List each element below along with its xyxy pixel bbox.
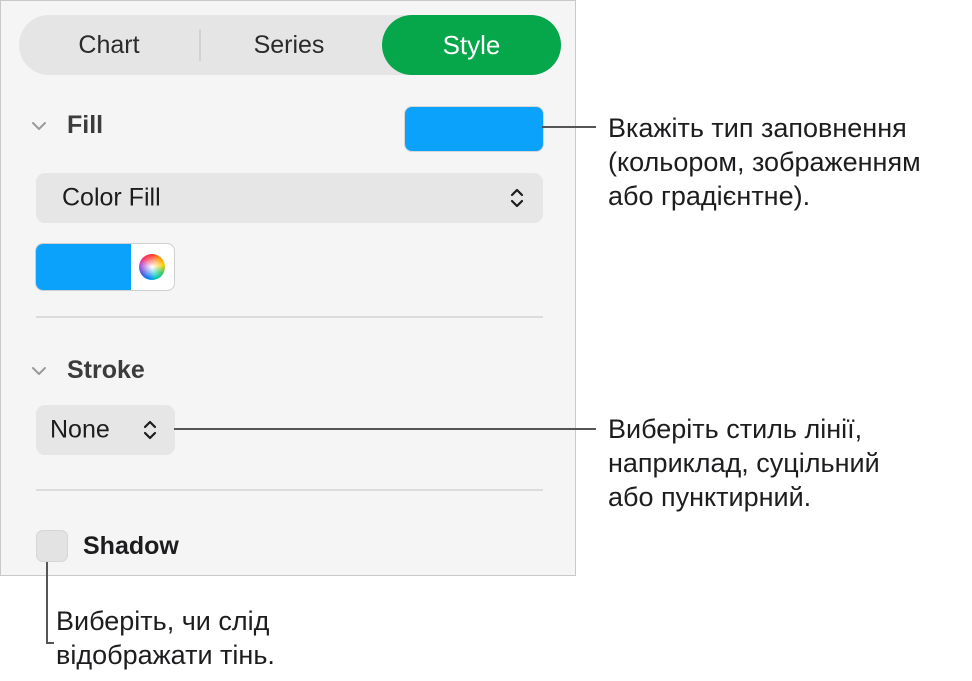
fill-color-swatch[interactable]	[405, 107, 543, 151]
stroke-section-header[interactable]: Stroke	[29, 356, 145, 385]
format-inspector-panel: Chart Series Style Fill Color Fill Strok…	[0, 0, 576, 576]
stroke-callout-line-2: наприклад, суцільний	[608, 448, 880, 478]
color-well-swatch[interactable]	[36, 244, 131, 290]
shadow-callout-line-2: відображати тінь.	[56, 640, 275, 670]
shadow-checkbox[interactable]	[36, 530, 68, 562]
section-divider	[36, 489, 543, 491]
tab-series[interactable]: Series	[199, 15, 379, 75]
stroke-style-value: None	[50, 415, 110, 444]
stroke-callout-line-1: Виберіть стиль лінії,	[608, 414, 863, 444]
stroke-callout-line-3: або пунктирний.	[608, 482, 812, 512]
fill-callout-line-1: Вкажіть тип заповнення	[608, 113, 907, 143]
stroke-style-popup[interactable]: None	[36, 405, 175, 455]
tab-chart[interactable]: Chart	[19, 15, 199, 75]
shadow-callout-text: Виберіть, чи слід відображати тінь.	[56, 604, 275, 672]
up-down-chevron-icon	[143, 420, 157, 440]
shadow-callout-line	[46, 562, 48, 644]
shadow-label: Shadow	[83, 532, 179, 560]
fill-callout-text: Вкажіть тип заповнення (кольором, зображ…	[608, 111, 921, 213]
fill-section-header[interactable]: Fill	[29, 111, 103, 140]
chevron-down-icon	[32, 366, 46, 375]
inspector-tab-bar: Chart Series Style	[19, 15, 561, 75]
stroke-section-title: Stroke	[67, 356, 145, 384]
shadow-callout-tick	[46, 642, 54, 644]
fill-section-title: Fill	[67, 111, 104, 139]
stroke-callout-line	[174, 428, 596, 430]
shadow-callout-line-1: Виберіть, чи слід	[56, 606, 270, 636]
fill-type-popup[interactable]: Color Fill	[36, 173, 543, 223]
chevron-down-icon	[32, 121, 46, 130]
up-down-chevron-icon	[510, 188, 524, 208]
fill-callout-line	[542, 126, 596, 128]
fill-callout-line-3: або градієнтне).	[608, 181, 811, 211]
fill-type-value: Color Fill	[62, 183, 161, 212]
section-divider	[36, 316, 543, 318]
fill-color-well	[36, 244, 174, 290]
color-wheel-icon[interactable]	[139, 254, 165, 280]
fill-callout-line-2: (кольором, зображенням	[608, 147, 921, 177]
stroke-callout-text: Виберіть стиль лінії, наприклад, суцільн…	[608, 412, 880, 514]
tab-style[interactable]: Style	[382, 15, 561, 75]
